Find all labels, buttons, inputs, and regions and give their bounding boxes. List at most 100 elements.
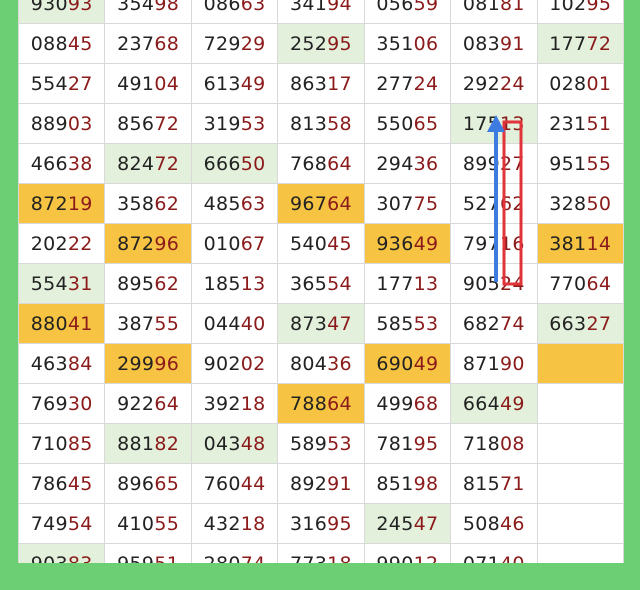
number-prefix: 797 (462, 232, 501, 255)
number-cell: 46384 (18, 343, 106, 384)
number-suffix: 01 (586, 72, 612, 95)
number-cell: 01067 (190, 223, 279, 264)
number-prefix: 729 (203, 32, 241, 55)
number-cell: 93093 (18, 0, 106, 24)
number-prefix: 245 (376, 512, 414, 535)
number-prefix: 710 (30, 432, 68, 455)
number-cell: 86317 (277, 63, 365, 104)
number-suffix: 68 (154, 32, 180, 55)
number-cell: 38114 (536, 223, 624, 264)
number-cell: 93649 (363, 223, 452, 264)
number-suffix: 55 (154, 512, 180, 535)
number-cell: 92264 (104, 383, 192, 424)
number-suffix: 64 (327, 152, 352, 175)
number-prefix: 682 (462, 312, 501, 335)
number-cell: 54045 (277, 223, 365, 264)
number-prefix: 044 (203, 312, 241, 335)
number-suffix: 53 (327, 432, 352, 455)
number-prefix: 664 (462, 392, 501, 415)
number-suffix: 51 (586, 112, 612, 135)
number-prefix: 899 (462, 152, 501, 175)
number-prefix: 491 (117, 72, 155, 95)
number-prefix: 056 (376, 0, 414, 15)
number-prefix: 485 (203, 192, 241, 215)
number-suffix: 50 (240, 152, 266, 175)
number-suffix: 27 (500, 152, 525, 175)
number-cell (536, 503, 624, 544)
number-suffix: 63 (240, 192, 266, 215)
number-prefix: 358 (117, 192, 155, 215)
number-suffix: 45 (67, 472, 93, 495)
number-cell: 87190 (450, 343, 538, 384)
number-prefix: 718 (462, 432, 501, 455)
number-cell: 81571 (450, 463, 538, 504)
number-suffix: 47 (413, 512, 439, 535)
number-cell: 08181 (450, 0, 538, 24)
number-cell: 90524 (450, 263, 538, 304)
number-suffix: 51 (154, 553, 179, 564)
number-suffix: 24 (413, 72, 439, 95)
number-suffix: 45 (327, 232, 352, 255)
grid-row: 88041 38755 04440 87347 58553 68274 66327 (18, 303, 624, 344)
number-suffix: 98 (413, 472, 439, 495)
number-suffix: 98 (154, 0, 180, 15)
number-prefix: 365 (290, 272, 328, 295)
number-prefix: 319 (203, 112, 241, 135)
number-suffix: 29 (240, 32, 266, 55)
number-prefix: 277 (376, 72, 414, 95)
number-suffix: 67 (240, 232, 266, 255)
number-suffix: 06 (413, 32, 439, 55)
number-prefix: 781 (376, 432, 414, 455)
number-suffix: 53 (413, 312, 439, 335)
number-cell: 66327 (536, 303, 624, 344)
number-suffix: 85 (67, 432, 93, 455)
number-suffix: 81 (500, 0, 525, 15)
number-prefix: 466 (30, 152, 68, 175)
number-suffix: 53 (240, 112, 266, 135)
number-suffix: 18 (327, 553, 352, 564)
number-suffix: 91 (500, 32, 525, 55)
number-prefix: 292 (462, 72, 501, 95)
number-suffix: 12 (414, 553, 439, 564)
number-prefix: 410 (117, 512, 155, 535)
number-cell: 80436 (277, 343, 365, 384)
number-cell: 89562 (104, 263, 192, 304)
number-suffix: 72 (154, 112, 180, 135)
number-prefix: 550 (376, 112, 414, 135)
number-cell: 85672 (104, 103, 192, 144)
grid-row: 08845 23768 72929 25295 35106 08391 17772 (18, 23, 624, 64)
number-suffix: 13 (413, 272, 439, 295)
number-prefix: 499 (376, 392, 414, 415)
number-cell: 29436 (363, 143, 452, 184)
number-cell: 74954 (18, 503, 106, 544)
grid-row: 74954 41055 43218 31695 24547 50846 (18, 503, 624, 544)
number-suffix: 40 (500, 553, 525, 564)
number-prefix: 749 (30, 512, 68, 535)
number-cell: 99012 (363, 543, 452, 564)
number-suffix: 72 (586, 32, 612, 55)
number-cell: 55431 (18, 263, 106, 304)
number-cell: 89291 (277, 463, 365, 504)
number-cell: 58553 (363, 303, 452, 344)
number-prefix: 585 (376, 312, 414, 335)
number-suffix: 64 (586, 272, 612, 295)
number-suffix: 54 (67, 512, 93, 535)
number-suffix: 14 (586, 232, 612, 255)
grid-row: 76930 92264 39218 78864 49968 66449 (18, 383, 624, 424)
number-cell: 81358 (277, 103, 365, 144)
number-cell: 61349 (190, 63, 279, 104)
number-cell: 76044 (190, 463, 279, 504)
number-prefix: 392 (203, 392, 241, 415)
number-cell: 58953 (277, 423, 365, 464)
number-prefix: 990 (376, 553, 413, 564)
number-prefix: 873 (290, 312, 328, 335)
grid-row: 55431 89562 18513 36554 17713 90524 77064 (18, 263, 624, 304)
number-prefix: 930 (30, 0, 68, 15)
number-prefix: 341 (290, 0, 328, 15)
number-cell: 88903 (18, 103, 106, 144)
number-cell: 69049 (363, 343, 452, 384)
number-cell: 08391 (450, 23, 538, 64)
number-prefix: 387 (117, 312, 155, 335)
number-cell: 29996 (104, 343, 192, 384)
number-prefix: 824 (117, 152, 155, 175)
